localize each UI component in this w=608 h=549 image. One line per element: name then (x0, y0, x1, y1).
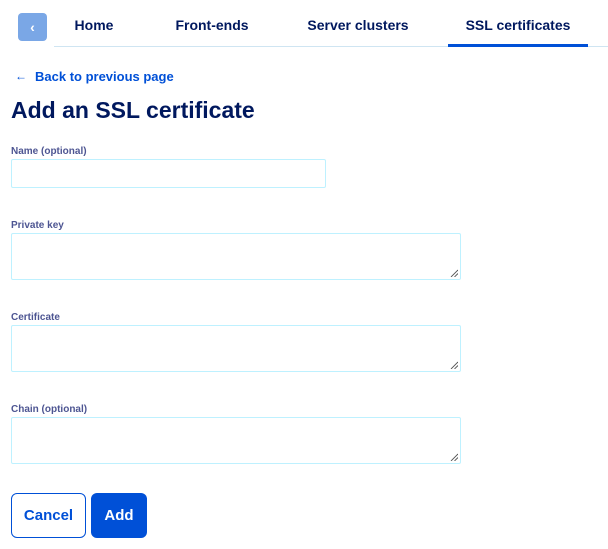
certificate-textarea[interactable] (11, 325, 461, 372)
add-button[interactable]: Add (91, 493, 147, 538)
tab-home[interactable]: Home (58, 17, 130, 47)
tab-front-ends[interactable]: Front-ends (162, 17, 262, 47)
certificate-label: Certificate (11, 312, 60, 323)
tab-bar: ‹ Home Front-ends Server clusters SSL ce… (0, 0, 608, 48)
page: ‹ Home Front-ends Server clusters SSL ce… (0, 0, 608, 549)
cancel-button[interactable]: Cancel (11, 493, 86, 538)
resize-grip-icon[interactable] (450, 361, 458, 369)
back-link-label: Back to previous page (35, 68, 174, 84)
tab-ssl-certificates[interactable]: SSL certificates (448, 17, 588, 47)
private-key-label: Private key (11, 220, 64, 231)
page-title: Add an SSL certificate (11, 97, 255, 123)
private-key-textarea[interactable] (11, 233, 461, 280)
chain-label: Chain (optional) (11, 404, 88, 415)
tabs-scroll-back-button[interactable]: ‹ (18, 13, 47, 41)
arrow-left-icon: ← (15, 69, 27, 83)
chevron-left-icon: ‹ (30, 19, 35, 35)
chain-textarea[interactable] (11, 417, 461, 464)
tab-server-clusters[interactable]: Server clusters (296, 17, 420, 47)
resize-grip-icon[interactable] (450, 453, 458, 461)
active-tab-indicator (448, 44, 588, 47)
name-label: Name (optional) (11, 146, 87, 157)
resize-grip-icon[interactable] (450, 269, 458, 277)
name-input[interactable] (11, 159, 326, 188)
back-to-previous-page-link[interactable]: ← Back to previous page (15, 67, 174, 85)
